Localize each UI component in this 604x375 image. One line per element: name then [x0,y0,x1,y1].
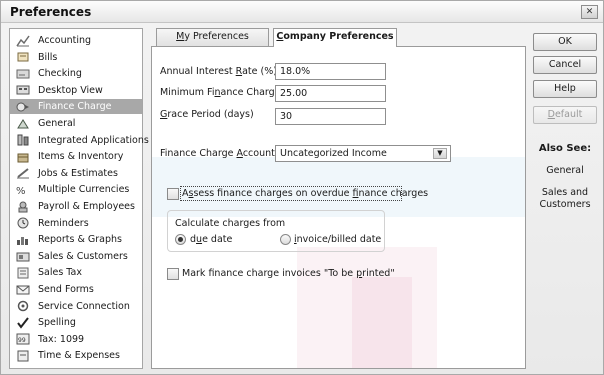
sidebar-item-finance-charge[interactable]: Finance Charge [10,99,142,115]
watermark-book-spine [352,277,412,368]
sidebar-item-general[interactable]: General [10,116,142,131]
minimum-finance-charge-field[interactable]: 25.00 [275,85,386,102]
sidebar-item-spelling[interactable]: Spelling [10,315,142,330]
window-title: Preferences [10,5,92,19]
due-date-radio[interactable] [175,234,186,245]
sidebar-item-label: Payroll & Employees [38,201,135,212]
sidebar-item-bills[interactable]: Bills [10,50,142,65]
sidebar-item-label: Sales & Customers [38,250,128,262]
finance-charge-account-dropdown[interactable]: Uncategorized Income ▼ [275,145,451,162]
sidebar-item-label: Send Forms [38,284,94,295]
sidebar-item-tax-1099[interactable]: 99 Tax: 1099 [10,332,142,347]
also-see-sales-customers-link[interactable]: Sales and Customers [533,187,597,211]
sidebar-item-label: Time & Expenses [38,350,120,362]
finance-charge-icon [16,101,30,113]
finance-charge-account-label: Finance Charge Account [160,148,275,159]
tab-company-preferences[interactable]: Company Preferences [273,28,397,47]
sidebar-item-label: Items & Inventory [38,151,124,163]
sidebar-item-label: General [38,118,76,129]
sidebar-item-integrated-applications[interactable]: Integrated Applications [10,133,149,148]
sidebar-item-sales-customers[interactable]: Sales & Customers [10,249,142,264]
help-button[interactable]: Help [533,80,597,98]
svg-text:99: 99 [18,337,26,344]
multiple-currencies-icon: % [16,184,30,196]
sidebar-item-label: Tax: 1099 [38,333,85,345]
sidebar-item-label: Bills [38,51,58,63]
cancel-button[interactable]: Cancel [533,56,597,74]
general-icon [16,118,30,130]
accounting-icon [16,35,30,47]
service-connection-icon [16,300,30,312]
desktop-view-icon [16,84,30,96]
sidebar-item-items-inventory[interactable]: Items & Inventory [10,149,142,164]
payroll-employees-icon [16,201,30,213]
sidebar-item-time-expenses[interactable]: Time & Expenses [10,348,142,363]
tax-1099-icon: 99 [16,333,30,345]
sidebar-item-service-connection[interactable]: Service Connection [10,299,142,314]
grace-period-label: Grace Period (days) [160,109,254,120]
invoice-billed-date-label[interactable]: invoice/billed date [294,234,381,245]
title-bar: Preferences ✕ [1,1,603,23]
sidebar-item-label: Jobs & Estimates [38,167,118,179]
sidebar-item-label: Service Connection [38,300,130,312]
sidebar-item-jobs-estimates[interactable]: Jobs & Estimates [10,166,142,181]
close-button[interactable]: ✕ [581,5,598,19]
sales-customers-icon [16,250,30,262]
sidebar-item-label: Checking [38,68,82,80]
time-expenses-icon [16,350,30,362]
sales-tax-icon [16,267,30,279]
finance-charge-account-value: Uncategorized Income [280,148,387,159]
sidebar-item-payroll-employees[interactable]: Payroll & Employees [10,199,142,214]
spelling-icon [16,317,30,329]
sidebar-item-label: Accounting [38,35,92,46]
preferences-category-list: Accounting Bills Checking Desktop View Finan… [9,28,149,369]
bills-icon [16,51,30,63]
sidebar-item-label: Integrated Applications [38,134,149,146]
invoice-billed-date-radio[interactable] [280,234,291,245]
sidebar-item-accounting[interactable]: Accounting [10,33,142,48]
also-see-general-link[interactable]: General [533,165,597,176]
assess-finance-charges-label[interactable]: Assess finance charges on overdue financ… [182,188,428,199]
default-button[interactable]: Default [533,106,597,124]
sidebar-item-label: Spelling [38,317,76,329]
sidebar-item-label: Reminders [38,217,89,229]
integrated-applications-icon [16,134,30,146]
sidebar-item-multiple-currencies[interactable]: % Multiple Currencies [10,182,142,197]
annual-interest-rate-label: Annual Interest Rate (%) [160,66,277,77]
mark-to-be-printed-checkbox[interactable] [167,268,179,280]
calculate-charges-group: Calculate charges from due date invoice/… [167,210,385,252]
send-forms-icon [16,284,30,296]
calculate-charges-label: Calculate charges from [175,218,286,229]
items-inventory-icon [16,151,30,163]
svg-text:%: % [16,186,26,196]
due-date-label[interactable]: due date [190,234,232,245]
sidebar-item-label: Multiple Currencies [38,184,130,196]
sidebar-item-sales-tax[interactable]: Sales Tax [10,265,142,280]
mark-to-be-printed-label[interactable]: Mark finance charge invoices "To be prin… [182,268,395,279]
sidebar-item-label: Desktop View [38,84,103,96]
annual-interest-rate-field[interactable]: 18.0% [275,63,386,80]
sidebar-item-label: Sales Tax [38,267,82,279]
checking-icon [16,68,30,80]
also-see-heading: Also See: [538,143,592,154]
sidebar-item-checking[interactable]: Checking [10,66,142,81]
company-preferences-panel: Annual Interest Rate (%) 18.0% Minimum F… [151,46,526,369]
tab-my-preferences[interactable]: My Preferences [156,28,269,46]
sidebar-item-label: Reports & Graphs [38,234,122,246]
ok-button[interactable]: OK [533,33,597,51]
dropdown-arrow-icon[interactable]: ▼ [433,148,447,159]
grace-period-field[interactable]: 30 [275,108,386,125]
preferences-window: Preferences ✕ Accounting Bills Checking Des… [0,0,604,375]
minimum-finance-charge-label: Minimum Finance Charge [160,87,281,98]
jobs-estimates-icon [16,167,30,179]
reminders-icon [16,217,30,229]
sidebar-item-desktop-view[interactable]: Desktop View [10,83,142,98]
sidebar-item-reminders[interactable]: Reminders [10,216,142,231]
assess-finance-charges-checkbox[interactable] [167,188,179,200]
sidebar-item-send-forms[interactable]: Send Forms [10,282,142,297]
sidebar-item-label: Finance Charge [38,101,112,113]
reports-graphs-icon [16,234,30,246]
sidebar-item-reports-graphs[interactable]: Reports & Graphs [10,232,142,247]
close-icon: ✕ [585,7,594,17]
